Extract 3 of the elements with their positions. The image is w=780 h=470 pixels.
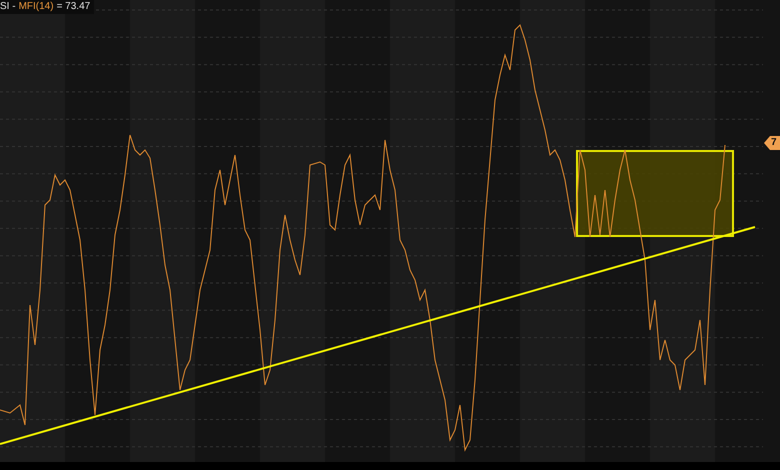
- indicator-prefix: SI -: [0, 1, 16, 12]
- indicator-value: = 73.47: [56, 1, 90, 12]
- indicator-name: MFI(14): [18, 1, 54, 12]
